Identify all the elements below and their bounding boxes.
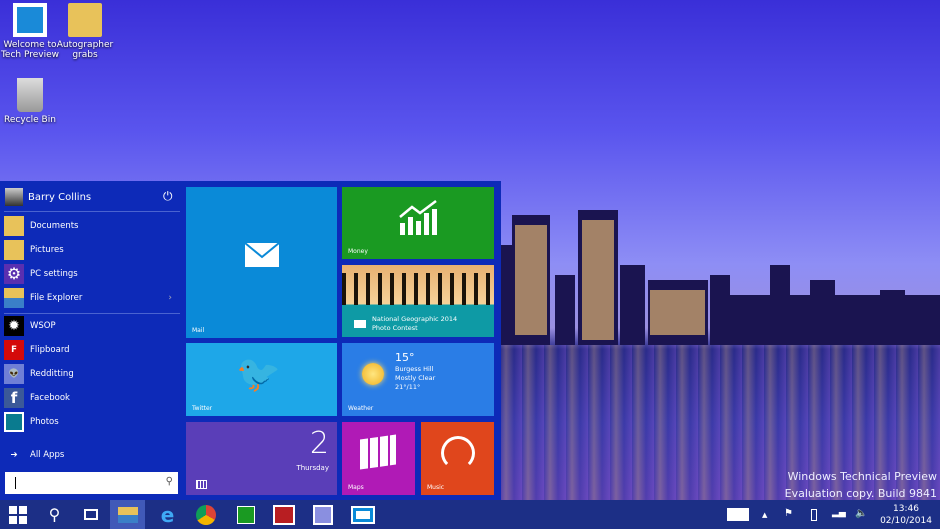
internet-explorer-icon: e [160,502,175,527]
chrome-icon [195,504,216,525]
search-icon[interactable]: ⚲ [166,476,173,487]
wsop-icon: ✹ [4,316,24,336]
taskbar-news[interactable] [266,500,301,529]
natgeo-photo [342,273,494,305]
recycle-bin-icon [17,78,43,112]
volume-icon[interactable]: 🔈 [855,508,867,519]
divider [4,313,180,314]
avatar [5,188,23,206]
tile-weather[interactable]: 15° Burgess Hill Mostly Clear 21°/11° Weath… [342,343,494,416]
tile-money[interactable]: Money [342,187,494,259]
touch-keyboard-icon[interactable] [727,508,749,521]
calendar-day-name: Thursday [296,464,329,472]
taskbar-store[interactable] [228,500,263,529]
text-caret [15,477,16,489]
tile-maps[interactable]: Maps [342,422,415,495]
folder-icon [68,3,102,37]
flipboard-icon: F [4,340,24,360]
folder-icon [4,216,24,236]
place-file-explorer[interactable]: File Explorer › [4,287,180,309]
clock-time: 13:46 [893,504,919,514]
mail-envelope-icon [350,505,375,524]
taskbar: ⚲ e ▲ ⚑ ▂▄ 🔈 13:46 02/10/2014 [0,500,940,529]
store-icon [236,505,255,524]
all-apps-button[interactable]: ➔ All Apps [4,444,180,466]
tile-natgeo[interactable]: National Geographic 2014 Photo Contest [342,265,494,337]
desktop-icon-autographer[interactable]: Autographer grabs [55,3,115,60]
divider [4,211,180,212]
calendar-icon [196,480,207,489]
gear-icon: ⚙ [4,264,24,284]
app-wsop[interactable]: ✹ WSOP [4,315,180,337]
app-photos[interactable]: Photos [4,411,180,433]
tile-calendar[interactable]: 2 Thursday [186,422,337,495]
headphones-icon [441,436,475,470]
natgeo-subtitle: Photo Contest [372,324,418,332]
start-left-pane: Barry Collins ⏻ Documents Pictures ⚙ PC s… [0,181,182,500]
place-documents[interactable]: Documents [4,215,180,237]
taskbar-internet-explorer[interactable]: e [150,500,185,529]
news-icon [272,504,295,525]
show-hidden-icons-chevron[interactable]: ▲ [762,511,767,519]
taskbar-chrome[interactable] [188,500,223,529]
search-button[interactable]: ⚲ [37,500,72,529]
twitter-bird-icon: 🐦 [236,354,281,395]
place-pictures[interactable]: Pictures [4,239,180,261]
windows-logo-icon [13,3,47,37]
weather-temp: 15° [395,351,415,364]
desktop-icon-recycle-bin[interactable]: Recycle Bin [0,78,60,125]
chart-growth-icon [399,200,437,235]
reddit-alien-icon: 👽 [4,364,24,384]
desktop-icon-welcome[interactable]: Welcome to Tech Preview [0,3,60,60]
app-flipboard[interactable]: F Flipboard [4,339,180,361]
weather-location: Burgess Hill [395,365,434,373]
sun-icon [362,363,384,385]
briefcase-icon [354,320,366,328]
file-explorer-icon [4,288,24,308]
windows-logo-icon [8,505,27,524]
weather-range: 21°/11° [395,383,421,391]
watermark-line2: Evaluation copy. Build 9841 [784,487,937,500]
tile-music[interactable]: Music [421,422,494,495]
start-menu: Barry Collins ⏻ Documents Pictures ⚙ PC s… [0,181,501,500]
action-center-flag-icon[interactable]: ⚑ [784,508,793,519]
power-icon[interactable]: ⏻ [163,189,173,204]
network-signal-icon[interactable]: ▂▄ [832,508,846,518]
taskbar-file-explorer[interactable] [110,500,145,529]
weather-condition: Mostly Clear [395,374,436,382]
app-facebook[interactable]: f Facebook [4,387,180,409]
tile-twitter[interactable]: 🐦 Twitter [186,343,337,416]
clock-date: 02/10/2014 [880,516,932,526]
taskbar-redditting[interactable] [305,500,340,529]
search-icon: ⚲ [48,505,61,524]
reddit-alien-icon [312,504,333,525]
watermark-line1: Windows Technical Preview [787,470,937,483]
taskbar-mail[interactable] [345,500,380,529]
mail-envelope-icon [244,242,280,267]
file-explorer-icon [117,506,138,523]
user-account[interactable]: Barry Collins [5,188,91,206]
search-input[interactable]: ⚲ [5,472,178,494]
calendar-day-number: 2 [309,426,329,461]
app-redditting[interactable]: 👽 Redditting [4,363,180,385]
city-skyline [500,210,940,345]
start-button[interactable] [0,500,35,529]
tile-mail[interactable]: Mail [186,187,337,338]
place-pc-settings[interactable]: ⚙ PC settings [4,263,180,285]
facebook-icon: f [4,388,24,408]
natgeo-title: National Geographic 2014 [372,315,458,323]
folder-icon [4,240,24,260]
chevron-right-icon[interactable]: › [168,293,172,303]
arrow-right-icon: ➔ [10,450,18,460]
task-view-button[interactable] [73,500,108,529]
task-view-icon [83,509,98,520]
photos-icon [4,412,24,432]
clock[interactable]: 13:46 02/10/2014 [876,503,936,527]
battery-icon[interactable] [811,509,817,521]
map-icon [360,434,396,470]
